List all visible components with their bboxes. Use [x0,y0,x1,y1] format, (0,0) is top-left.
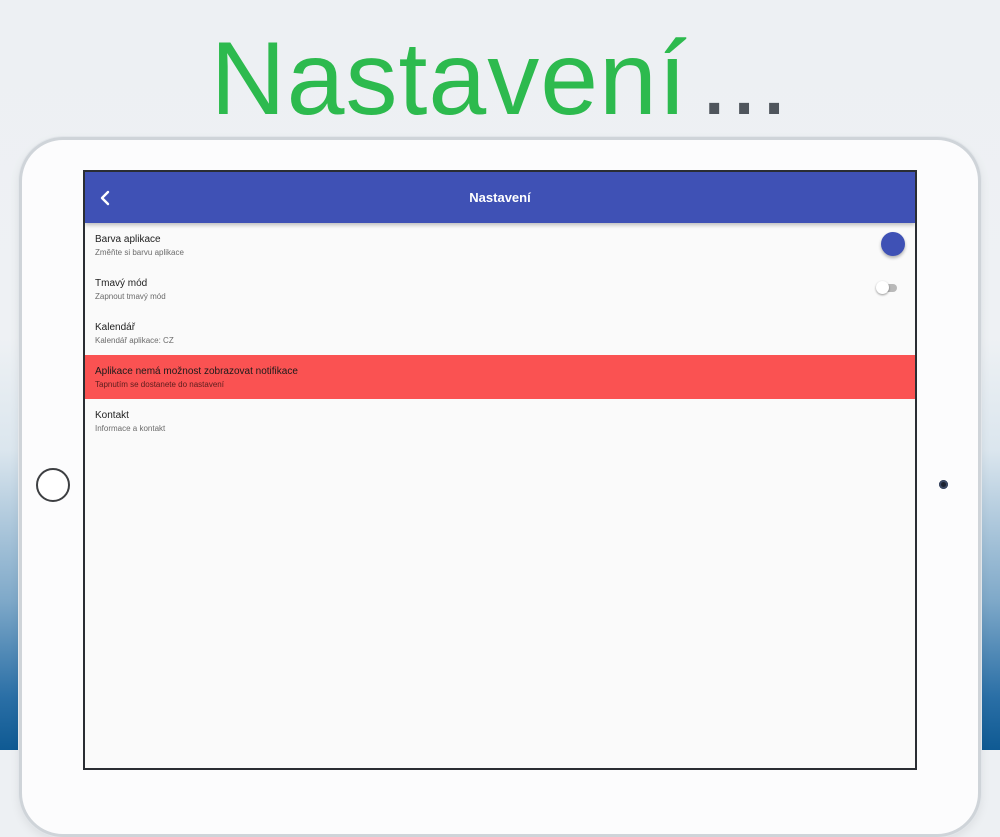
setting-subtitle: Informace a kontakt [95,424,166,433]
setting-title: Tmavý mód [95,278,148,289]
tablet-home-button [36,468,70,502]
setting-app-color[interactable]: Barva aplikace Změňte si barvu aplikace [85,223,915,267]
notification-warning-item[interactable]: Aplikace nemá možnost zobrazovat notifik… [85,355,915,399]
setting-title: Barva aplikace [95,234,161,245]
setting-title: Kontakt [95,410,129,421]
setting-subtitle: Zapnout tmavý mód [95,292,166,301]
setting-subtitle: Kalendář aplikace: CZ [95,336,174,345]
setting-title: Aplikace nemá možnost zobrazovat notifik… [95,366,298,377]
setting-contact[interactable]: Kontakt Informace a kontakt [85,399,915,443]
tablet-camera [939,480,948,489]
headline-word: Nastavení [210,21,688,137]
app-screen: Nastavení Barva aplikace Změňte si barvu… [83,170,917,770]
toggle-thumb [876,281,889,294]
settings-list: Barva aplikace Změňte si barvu aplikace … [85,223,915,443]
headline-ellipsis: ... [699,21,790,137]
setting-subtitle: Tapnutím se dostanete do nastavení [95,380,224,389]
setting-title: Kalendář [95,322,136,333]
page-title: Nastavení [469,190,531,205]
setting-subtitle: Změňte si barvu aplikace [95,248,184,257]
promo-headline: Nastavení... [0,14,1000,144]
app-bar: Nastavení [85,172,915,223]
color-swatch[interactable] [881,232,905,256]
setting-calendar[interactable]: Kalendář Kalendář aplikace: CZ [85,311,915,355]
setting-dark-mode[interactable]: Tmavý mód Zapnout tmavý mód [85,267,915,311]
dark-mode-toggle[interactable] [876,281,898,295]
